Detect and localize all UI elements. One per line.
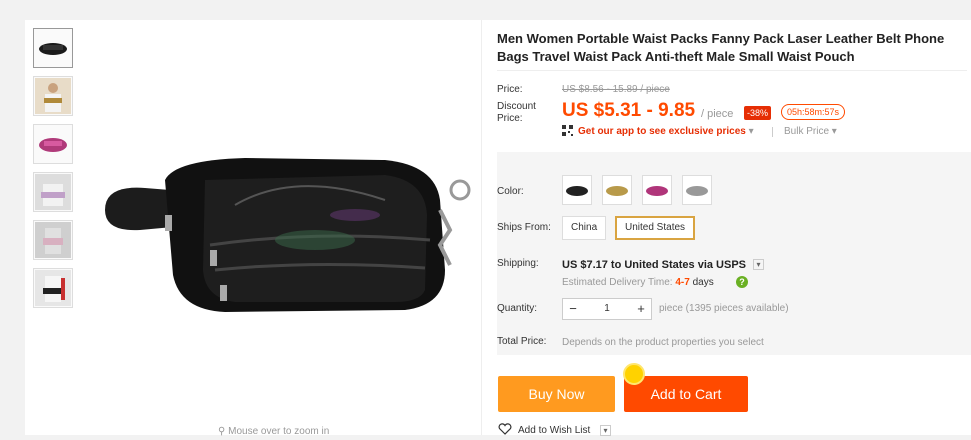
thumbnail-5[interactable] [33, 220, 73, 260]
product-page: ⚲ Mouse over to zoom in Men Women Portab… [0, 8, 971, 437]
heart-icon[interactable] [498, 423, 512, 435]
product-title: Men Women Portable Waist Packs Fanny Pac… [497, 31, 945, 64]
color-label: Color: [497, 186, 524, 197]
thumbnail-4[interactable] [33, 172, 73, 212]
thumbnail-list [33, 28, 75, 316]
sparkle-icon [623, 363, 645, 385]
thumbnail-6[interactable] [33, 268, 73, 308]
current-price: US $5.31 - 9.85 [562, 100, 696, 121]
zoom-hint: ⚲ Mouse over to zoom in [218, 426, 330, 437]
main-product-image[interactable] [85, 40, 480, 435]
countdown-timer: 05h:58m:57s [781, 104, 846, 120]
caret-down-icon: ▾ [748, 126, 754, 137]
shipping-method[interactable]: US $7.17 to United States via USPS [562, 259, 746, 271]
shipping-label: Shipping: [497, 258, 539, 269]
add-to-cart-button[interactable]: Add to Cart [624, 376, 748, 412]
title-divider [497, 70, 967, 71]
add-to-wish-list-link[interactable]: Add to Wish List [518, 425, 590, 436]
quantity-input[interactable]: 1 [587, 299, 627, 319]
thumbnail-3[interactable] [33, 124, 73, 164]
price-unit: / piece [701, 108, 734, 120]
caret-down-icon: ▾ [831, 126, 837, 137]
total-price-label: Total Price: [497, 336, 547, 347]
ships-from-united-states[interactable]: United States [615, 216, 696, 240]
product-card: ⚲ Mouse over to zoom in Men Women Portab… [25, 20, 971, 437]
ships-from-china[interactable]: China [562, 216, 607, 240]
divider [481, 20, 482, 435]
price-label: Price: [497, 84, 523, 95]
buy-now-button[interactable]: Buy Now [498, 376, 615, 412]
magnifier-icon: ⚲ [218, 426, 226, 437]
quantity-decrease-button[interactable]: − [563, 299, 583, 319]
color-swatch-pink[interactable] [642, 175, 672, 205]
chevron-down-icon[interactable]: ▾ [600, 425, 611, 436]
separator [772, 127, 773, 137]
bulk-price-link[interactable]: Bulk Price ▾ [784, 126, 837, 137]
color-swatch-silver[interactable] [682, 175, 712, 205]
discount-badge: -38% [744, 106, 772, 120]
original-price: US $8.56 - 15.89 / piece [562, 84, 670, 95]
app-exclusive-link[interactable]: Get our app to see exclusive prices ▾ [578, 126, 754, 137]
quantity-stepper: − 1 + [562, 298, 652, 320]
color-swatch-gold[interactable] [602, 175, 632, 205]
delivery-estimate: Estimated Delivery Time: 4-7 days [562, 277, 714, 288]
chevron-down-icon[interactable]: ▾ [753, 259, 764, 270]
quantity-label: Quantity: [497, 303, 538, 314]
help-icon[interactable]: ? [736, 276, 748, 288]
ships-from-label: Ships From: [497, 222, 551, 233]
color-swatch-black[interactable] [562, 175, 592, 205]
quantity-availability: piece (1395 pieces available) [659, 303, 789, 314]
quantity-increase-button[interactable]: + [631, 299, 651, 319]
thumbnail-1[interactable] [33, 28, 73, 68]
thumbnail-2[interactable] [33, 76, 73, 116]
qr-code-icon [562, 125, 573, 136]
total-price-value: Depends on the product properties you se… [562, 337, 764, 348]
discount-price-label: Discount Price: [497, 101, 536, 124]
